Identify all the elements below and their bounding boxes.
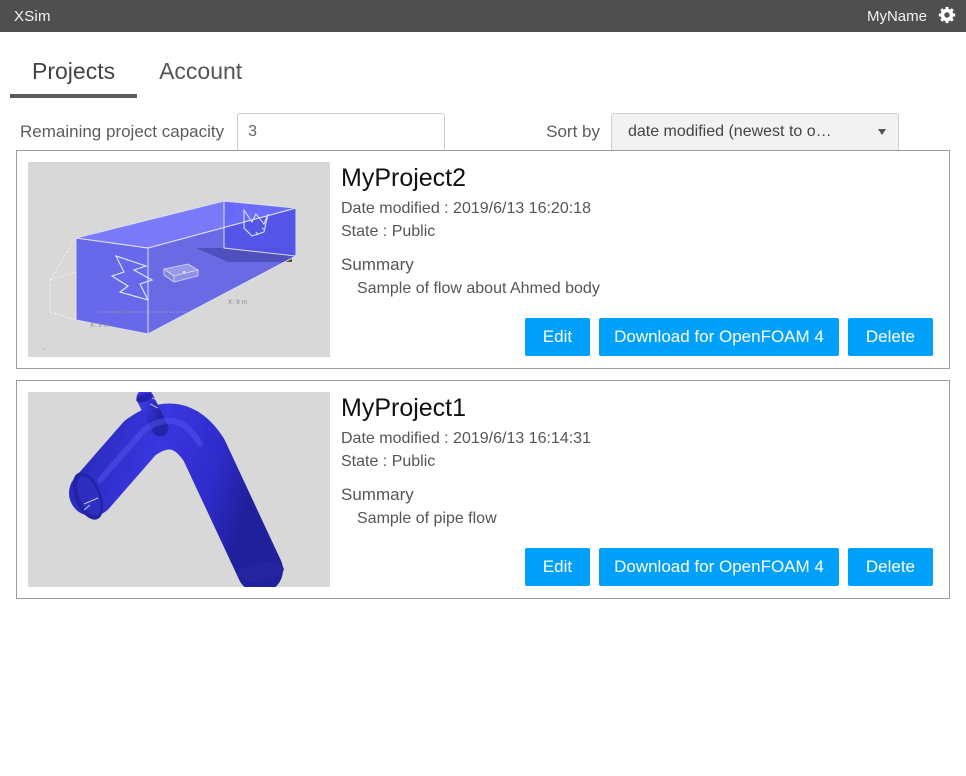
project-summary-text: Sample of flow about Ahmed body bbox=[357, 280, 600, 298]
project-summary-heading: Summary bbox=[341, 255, 414, 275]
sort-by-select[interactable]: date modified (newest to o… bbox=[610, 112, 899, 151]
project-state: State : Public bbox=[341, 452, 436, 470]
delete-button[interactable]: Delete bbox=[847, 318, 933, 356]
project-summary-heading: Summary bbox=[341, 485, 414, 505]
app-header: XSim MyName bbox=[0, 0, 966, 32]
delete-button[interactable]: Delete bbox=[847, 548, 933, 586]
project-actions: Edit Download for OpenFOAM 4 Delete bbox=[341, 318, 938, 357]
capacity-input[interactable] bbox=[237, 112, 446, 151]
project-thumbnail-ahmed-body[interactable]: X: 5 m X: 9 m Z 1.5 m , bbox=[28, 162, 330, 357]
project-card[interactable]: MyProject1 Date modified : 2019/6/13 16:… bbox=[16, 380, 950, 599]
project-state: State : Public bbox=[341, 222, 436, 240]
project-details: MyProject2 Date modified : 2019/6/13 16:… bbox=[330, 162, 938, 357]
svg-text:X: 5 m: X: 5 m bbox=[90, 322, 110, 329]
project-summary-text: Sample of pipe flow bbox=[357, 510, 497, 528]
project-card[interactable]: X: 5 m X: 9 m Z 1.5 m , MyProject2 Date … bbox=[16, 150, 950, 369]
edit-button[interactable]: Edit bbox=[524, 548, 591, 586]
project-date-modified: Date modified : 2019/6/13 16:20:18 bbox=[341, 199, 591, 217]
edit-button[interactable]: Edit bbox=[524, 318, 591, 356]
capacity-label: Remaining project capacity bbox=[20, 121, 225, 141]
gear-icon[interactable] bbox=[936, 5, 958, 27]
project-date-modified: Date modified : 2019/6/13 16:14:31 bbox=[341, 429, 591, 447]
controls-row: Remaining project capacity Sort by date … bbox=[0, 98, 966, 151]
username-label: MyName bbox=[866, 7, 927, 25]
project-thumbnail-bent-pipe[interactable] bbox=[28, 392, 330, 587]
download-button[interactable]: Download for OpenFOAM 4 bbox=[599, 318, 839, 356]
app-brand: XSim bbox=[14, 7, 51, 25]
svg-text:Z 1.5 m: Z 1.5 m bbox=[114, 310, 134, 316]
tab-projects[interactable]: Projects bbox=[10, 60, 138, 98]
sort-by-label: Sort by bbox=[546, 121, 600, 141]
tab-account[interactable]: Account bbox=[137, 60, 264, 98]
main-tabs: Projects Account bbox=[0, 32, 966, 98]
project-actions: Edit Download for OpenFOAM 4 Delete bbox=[341, 548, 938, 587]
sort-by-value: date modified (newest to o… bbox=[627, 122, 832, 140]
svg-text:X: 9 m: X: 9 m bbox=[228, 299, 248, 306]
header-right-group: MyName bbox=[867, 5, 958, 27]
svg-text:,: , bbox=[43, 343, 45, 351]
chevron-down-icon bbox=[877, 128, 886, 135]
download-button[interactable]: Download for OpenFOAM 4 bbox=[599, 548, 839, 586]
project-title: MyProject2 bbox=[341, 164, 467, 192]
project-details: MyProject1 Date modified : 2019/6/13 16:… bbox=[330, 392, 938, 587]
project-list: X: 5 m X: 9 m Z 1.5 m , MyProject2 Date … bbox=[0, 150, 966, 599]
project-title: MyProject1 bbox=[341, 394, 467, 422]
